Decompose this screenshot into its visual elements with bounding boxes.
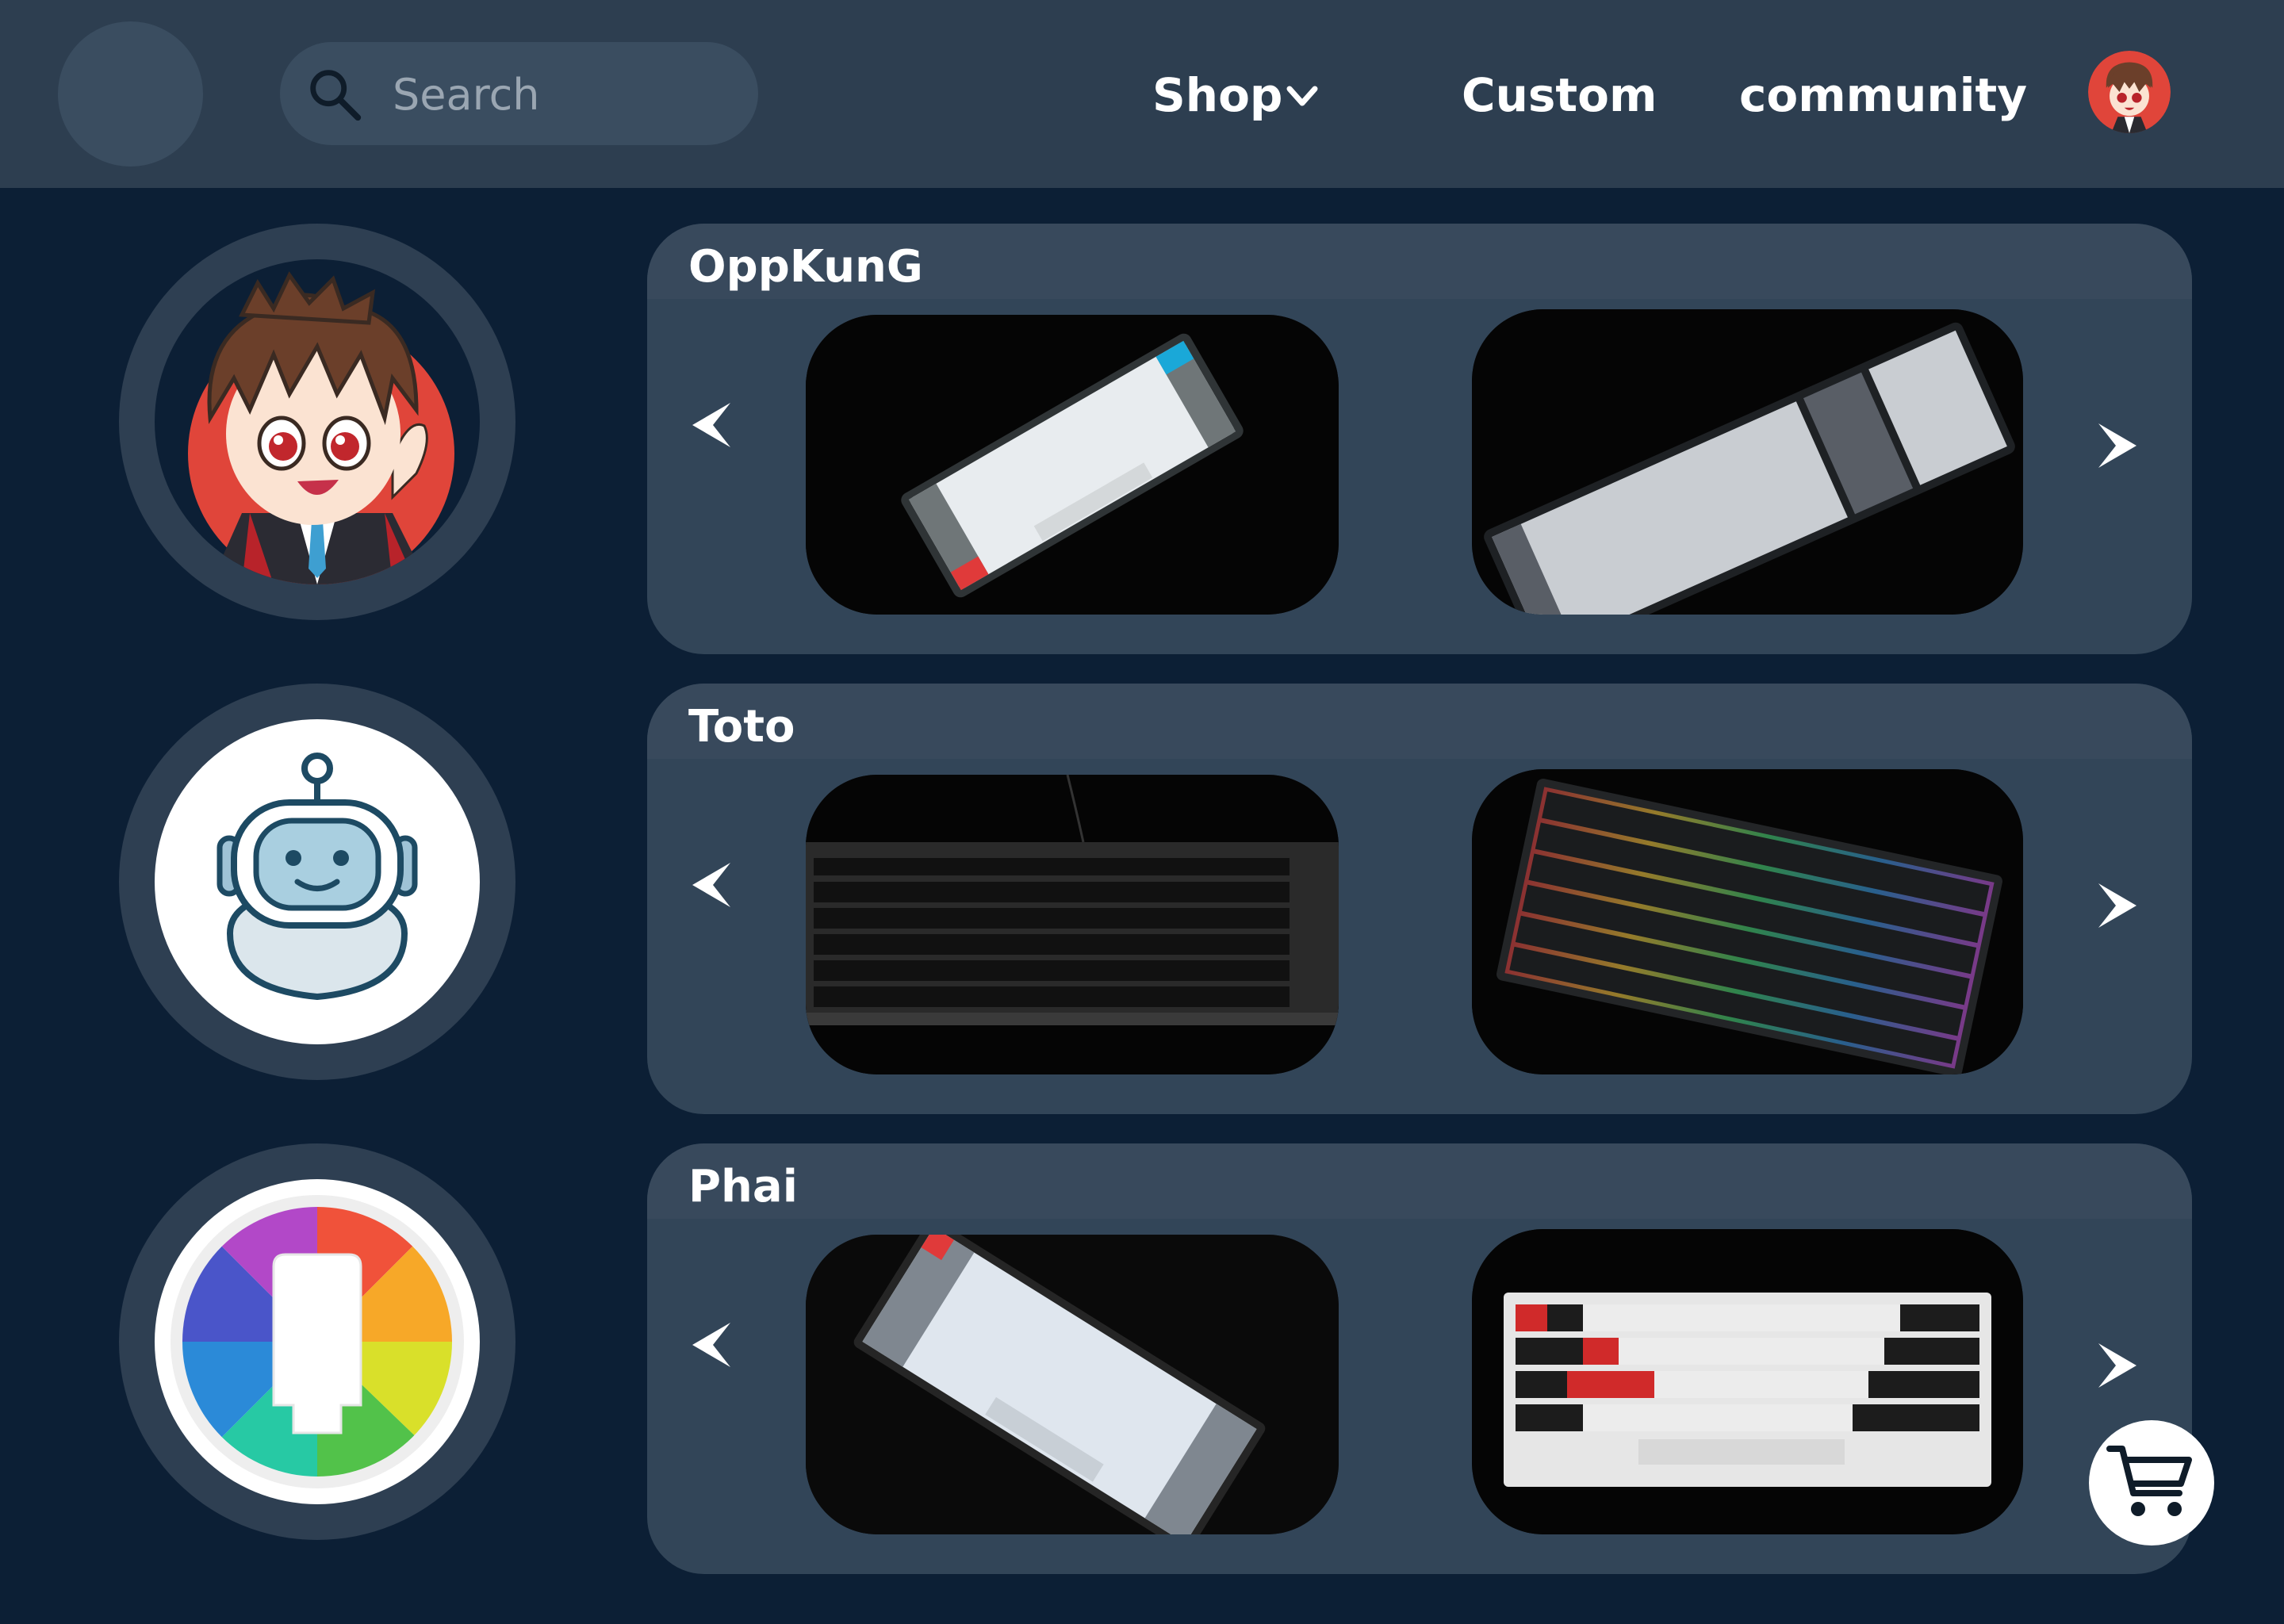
card-title: Toto xyxy=(688,701,795,753)
search-input[interactable] xyxy=(391,62,735,127)
avatar-ring-3[interactable] xyxy=(119,1143,515,1540)
arrow-left-icon[interactable] xyxy=(691,860,734,910)
logo-placeholder[interactable] xyxy=(58,21,203,167)
arrow-left-icon[interactable] xyxy=(691,1320,734,1370)
color-wheel-avatar[interactable] xyxy=(155,1179,480,1504)
nav-shop[interactable]: Shop xyxy=(1152,63,1282,127)
robot-avatar[interactable] xyxy=(155,719,480,1044)
keyboard-photo[interactable] xyxy=(806,775,1339,1074)
search-icon xyxy=(310,70,362,121)
keyboard-card: OppKunG xyxy=(647,224,2192,654)
anime-avatar[interactable] xyxy=(155,259,480,584)
keyboard-photo[interactable] xyxy=(1472,309,2023,615)
user-avatar[interactable] xyxy=(2088,51,2171,133)
nav-custom[interactable]: Custom xyxy=(1462,63,1657,127)
arrow-right-icon[interactable] xyxy=(2095,1340,2138,1391)
keyboard-card: Toto xyxy=(647,684,2192,1114)
card-title: OppKunG xyxy=(688,241,923,293)
keyboard-card: Phai xyxy=(647,1143,2192,1574)
keyboard-photo[interactable] xyxy=(806,315,1339,615)
avatar-ring-2[interactable] xyxy=(119,684,515,1080)
cart-icon xyxy=(2106,1446,2192,1516)
card-title-band xyxy=(647,684,2192,759)
keyboard-photo[interactable] xyxy=(1472,769,2023,1074)
keyboard-photo[interactable] xyxy=(1472,1229,2023,1534)
keyboard-photo[interactable] xyxy=(806,1235,1339,1534)
card-title: Phai xyxy=(688,1161,798,1212)
cart-button[interactable] xyxy=(2089,1420,2214,1545)
top-nav-bar: Shop Custom community xyxy=(0,0,2284,188)
search-bar[interactable] xyxy=(280,42,758,145)
card-title-band xyxy=(647,1143,2192,1219)
arrow-right-icon[interactable] xyxy=(2095,880,2138,931)
arrow-left-icon[interactable] xyxy=(691,400,734,450)
avatar-ring-1[interactable] xyxy=(119,224,515,620)
chevron-down-icon[interactable] xyxy=(1285,79,1320,114)
arrow-right-icon[interactable] xyxy=(2095,420,2138,471)
nav-community[interactable]: community xyxy=(1739,63,2027,127)
